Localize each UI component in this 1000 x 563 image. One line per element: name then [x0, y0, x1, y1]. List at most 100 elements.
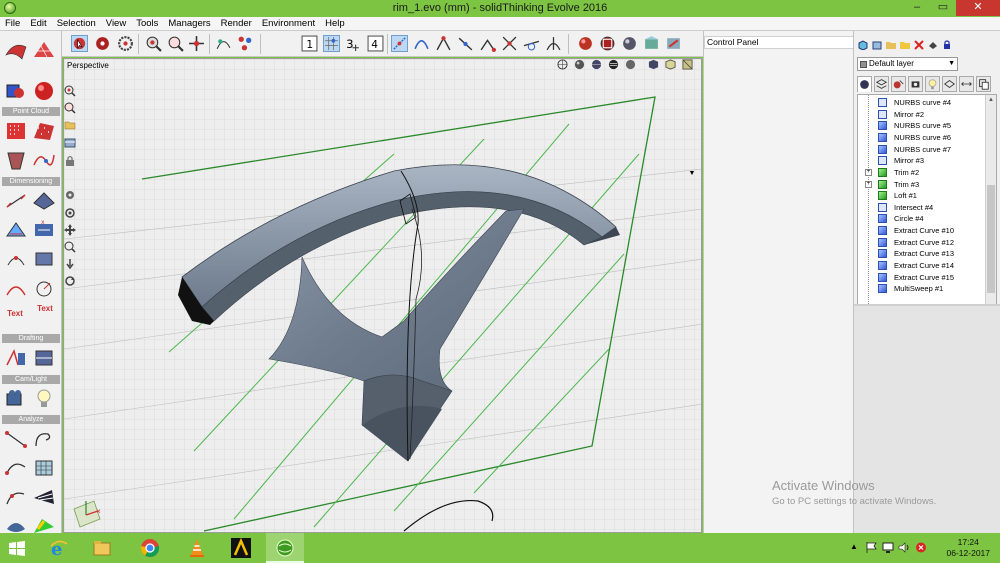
close-button[interactable]: ✕ [956, 0, 1000, 16]
menu-selection[interactable]: Selection [52, 17, 101, 29]
rotate-view-icon[interactable] [64, 207, 76, 219]
taskbar-archicad[interactable] [222, 533, 260, 563]
shaded-wire-view-icon[interactable] [591, 59, 602, 70]
eraser-icon[interactable] [928, 40, 938, 50]
delete-icon[interactable] [914, 40, 924, 50]
linear-dimension-icon[interactable] [4, 189, 28, 211]
shaded-view-icon[interactable] [574, 59, 585, 70]
scene-canvas[interactable] [64, 59, 702, 533]
sphere-tool-icon[interactable] [32, 80, 56, 102]
tab-objects-icon[interactable] [857, 76, 872, 92]
select-object-icon[interactable] [71, 35, 88, 52]
render-view-icon[interactable] [608, 59, 619, 70]
scroll-up-icon[interactable]: ▲ [986, 95, 996, 105]
arc-dimension-icon[interactable] [32, 247, 56, 269]
drafting-view-icon[interactable] [4, 347, 28, 369]
solid-tool-icon[interactable] [4, 80, 28, 102]
snap-intersect-icon[interactable] [501, 35, 518, 52]
taskbar-ie[interactable]: e [40, 533, 78, 563]
tree-item[interactable]: NURBS curve #6 [858, 132, 985, 143]
open-folder-icon[interactable] [64, 119, 76, 131]
pan-icon[interactable] [64, 224, 76, 236]
tree-item[interactable]: Extract Curve #13 [858, 248, 985, 259]
menu-edit[interactable]: Edit [25, 17, 51, 29]
camera-icon[interactable] [4, 387, 28, 409]
tree-item[interactable]: Extract Curve #12 [858, 237, 985, 248]
tab-materials-icon[interactable] [891, 76, 906, 92]
expand-toggle[interactable]: + [865, 169, 872, 176]
menu-file[interactable]: File [0, 17, 25, 29]
grid-single-icon[interactable]: 1 [301, 35, 318, 52]
perspective-viewport[interactable]: Perspective ▼ x [63, 58, 702, 533]
surface-dimension-icon[interactable] [32, 189, 56, 211]
maximize-button[interactable]: ▭ [930, 0, 956, 16]
action-center-flag-icon[interactable] [866, 542, 878, 553]
texture-icon[interactable] [665, 35, 682, 52]
wireframe-view-icon[interactable] [557, 59, 568, 70]
grid-surface-icon[interactable] [32, 39, 56, 61]
taskbar-chrome[interactable] [131, 533, 169, 563]
new-object-icon[interactable] [858, 40, 868, 50]
snap-arc-icon[interactable] [413, 35, 430, 52]
dolly-icon[interactable] [64, 258, 76, 270]
draft-angle-icon[interactable] [4, 486, 28, 508]
tree-item[interactable]: NURBS curve #4 [858, 97, 985, 108]
mesh-analysis-icon[interactable] [32, 457, 56, 479]
zoom-window-icon[interactable] [145, 35, 162, 52]
construction-plane-icon[interactable]: 3 [345, 35, 362, 52]
network-icon[interactable] [882, 542, 894, 553]
comb-analysis-icon[interactable] [32, 428, 56, 450]
select-edge-icon[interactable] [117, 35, 134, 52]
menu-tools[interactable]: Tools [131, 17, 163, 29]
render-region-icon[interactable] [599, 35, 616, 52]
grid-snap-icon[interactable] [323, 35, 340, 52]
leader-dimension-icon[interactable] [32, 277, 56, 299]
snap-end-icon[interactable] [479, 35, 496, 52]
menu-managers[interactable]: Managers [163, 17, 215, 29]
tree-item[interactable]: Mirror #2 [858, 109, 985, 120]
move-axis-icon[interactable] [188, 35, 205, 52]
lock-view-icon[interactable] [64, 155, 76, 167]
text-tool[interactable]: Text [3, 308, 27, 330]
folder-icon[interactable] [900, 40, 910, 50]
taskbar-vlc[interactable] [178, 533, 216, 563]
tab-layers-icon[interactable] [874, 76, 889, 92]
volume-icon[interactable] [898, 542, 910, 553]
reset-view-icon[interactable] [64, 275, 76, 287]
curvature-analysis-icon[interactable] [4, 428, 28, 450]
history-tree[interactable]: NURBS curve #4 Mirror #2 NURBS curve #5 … [857, 94, 997, 331]
menu-render[interactable]: Render [216, 17, 257, 29]
taskbar-evolve[interactable] [266, 533, 304, 563]
environment-icon[interactable] [643, 35, 660, 52]
menu-environment[interactable]: Environment [257, 17, 320, 29]
zebra-analysis-icon[interactable] [32, 486, 56, 508]
view-options-dropdown-icon[interactable]: ▼ [686, 170, 698, 182]
tree-item[interactable]: Loft #1 [858, 190, 985, 201]
angle-dimension-icon[interactable] [4, 218, 28, 240]
continuity-analysis-icon[interactable] [4, 457, 28, 479]
tab-links-icon[interactable] [959, 76, 974, 92]
menu-view[interactable]: View [101, 17, 131, 29]
point-cloud-icon[interactable] [4, 120, 28, 142]
tree-item[interactable]: NURBS curve #7 [858, 144, 985, 155]
snap-points-icon[interactable] [237, 35, 254, 52]
tab-views-icon[interactable] [942, 76, 957, 92]
box-view-icon[interactable] [665, 59, 676, 70]
orbit-icon[interactable] [64, 189, 76, 201]
light-bulb-icon[interactable] [32, 387, 56, 409]
texture-view-icon[interactable] [682, 59, 693, 70]
render-icon[interactable] [577, 35, 594, 52]
tree-item[interactable]: NURBS curve #5 [858, 120, 985, 131]
zoom-extents-icon[interactable] [64, 102, 76, 114]
xray-view-icon[interactable] [625, 59, 636, 70]
tree-item[interactable]: Mirror #3 [858, 155, 985, 166]
tree-item[interactable]: MultiSweep #1 [858, 283, 985, 294]
diameter-dimension-icon[interactable] [4, 247, 28, 269]
snap-tangent-icon[interactable] [523, 35, 540, 52]
tab-copy-icon[interactable] [976, 76, 991, 92]
grid-quad-icon[interactable]: 4 [367, 35, 384, 52]
tree-scrollbar[interactable]: ▲ ▼ [985, 95, 996, 330]
snap-vertex-icon[interactable] [435, 35, 452, 52]
ordinate-dimension-icon[interactable] [4, 277, 28, 299]
snap-midpoint-icon[interactable] [457, 35, 474, 52]
